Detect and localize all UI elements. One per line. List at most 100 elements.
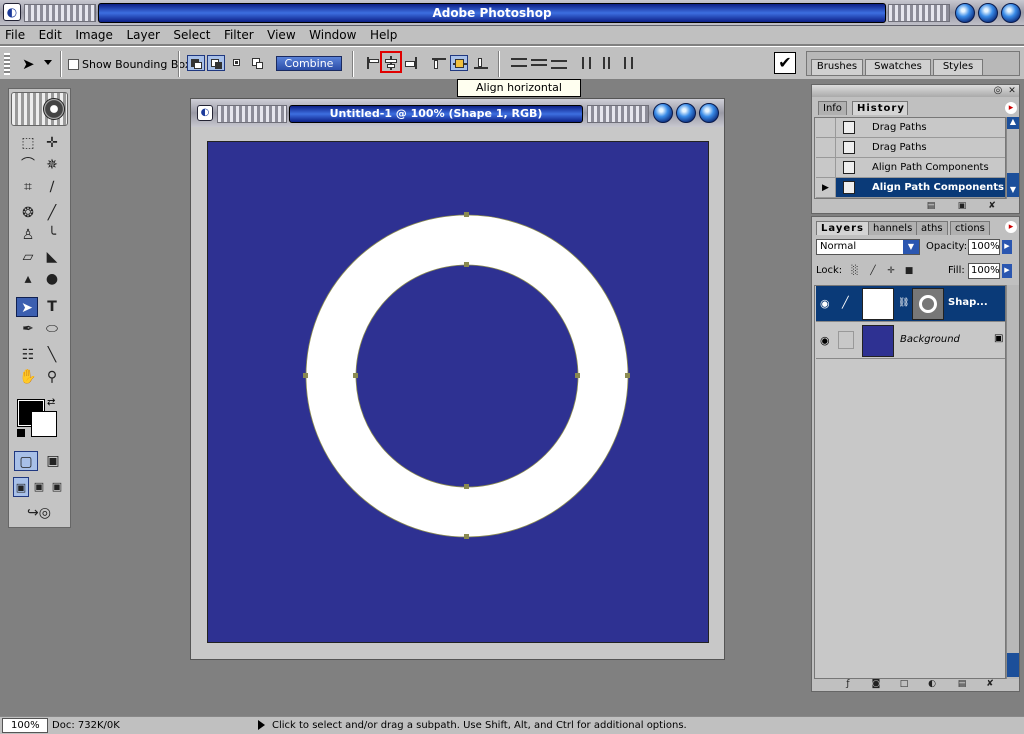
distribute-horizontal-centers-icon[interactable] [598, 55, 616, 71]
new-document-from-state-icon[interactable]: ▤ [925, 200, 937, 212]
history-item-current[interactable]: ▶ Align Path Components [816, 178, 1005, 198]
ellipse-tool-icon[interactable]: ⬭ [41, 319, 63, 339]
menu-select[interactable]: Select [168, 26, 215, 44]
delete-layer-icon[interactable]: ✘ [984, 678, 996, 690]
scroll-thumb[interactable] [1007, 653, 1019, 677]
maximize-icon[interactable] [978, 3, 998, 23]
eraser-tool-icon[interactable]: ▱ [17, 247, 39, 267]
menu-file[interactable]: File [0, 26, 30, 44]
background-color-swatch[interactable] [31, 411, 57, 437]
jump-to-imageready-icon[interactable]: ↪◎ [15, 503, 63, 523]
move-tool-icon[interactable]: ✛ [41, 133, 63, 153]
exclude-overlapping-shape-areas-icon[interactable] [249, 55, 267, 71]
type-tool-icon[interactable]: T [41, 297, 63, 317]
blend-mode-select[interactable]: Normal ▼ [816, 239, 920, 255]
layer-row-shape[interactable]: ◉ ╱ ⛓ Shap... [816, 286, 1005, 322]
history-scrollbar[interactable]: ▲ ▼ [1006, 117, 1019, 199]
default-colors-icon[interactable] [17, 429, 25, 437]
healing-brush-tool-icon[interactable]: ❂ [17, 203, 39, 223]
history-panel-menu-icon[interactable]: ▸ [1005, 102, 1017, 114]
layer-row-background[interactable]: ◉ Background ▣ [816, 323, 1005, 359]
eyedropper-tool-icon[interactable]: ╲ [41, 345, 63, 365]
menu-filter[interactable]: Filter [219, 26, 259, 44]
slice-tool-icon[interactable]: ∕ [41, 177, 63, 197]
scroll-up-icon[interactable]: ▲ [1007, 117, 1019, 129]
hand-tool-icon[interactable]: ✋ [17, 367, 39, 387]
tab-paths[interactable]: aths [916, 221, 948, 235]
history-panel-titlebar[interactable] [812, 85, 1019, 97]
fill-input[interactable]: 100% [968, 263, 1000, 279]
vector-mask-thumbnail[interactable] [912, 288, 944, 320]
zoom-tool-icon[interactable]: ⚲ [41, 367, 63, 387]
ring-shape[interactable] [208, 142, 708, 642]
align-right-edges-icon[interactable] [402, 55, 420, 71]
distribute-right-edges-icon[interactable] [618, 55, 636, 71]
tab-info[interactable]: Info [818, 101, 847, 115]
menu-image[interactable]: Image [70, 26, 118, 44]
paint-bucket-tool-icon[interactable]: ◣ [41, 247, 63, 267]
palette-well-tab-styles[interactable]: Styles [933, 59, 983, 75]
history-panel-close-icon[interactable]: ✕ [1006, 85, 1018, 97]
path-selection-tool-icon[interactable]: ➤ [22, 55, 35, 73]
eye-icon[interactable]: ◉ [820, 334, 830, 347]
standard-mode-icon[interactable]: ▢ [14, 451, 38, 471]
document-close-icon[interactable] [699, 103, 719, 123]
scroll-down-icon[interactable]: ▼ [1007, 185, 1019, 197]
history-brush-tool-icon[interactable]: ╰ [41, 225, 63, 245]
menu-window[interactable]: Window [304, 26, 361, 44]
tab-history[interactable]: History [852, 101, 908, 115]
document-icon[interactable]: ◐ [197, 105, 213, 121]
eye-icon[interactable]: ◉ [820, 297, 830, 310]
new-snapshot-icon[interactable]: ▣ [956, 200, 968, 212]
crop-tool-icon[interactable]: ⌗ [17, 177, 39, 197]
new-adjustment-layer-icon[interactable]: ◐ [926, 678, 938, 690]
align-top-edges-icon[interactable] [430, 55, 448, 71]
layer-fill-thumbnail[interactable] [862, 288, 894, 320]
clone-stamp-tool-icon[interactable]: ♙ [17, 225, 39, 245]
palette-well-tab-swatches[interactable]: Swatches [865, 59, 931, 75]
history-item[interactable]: Drag Paths [816, 138, 1005, 158]
blur-tool-icon[interactable]: ▴ [17, 269, 39, 289]
marquee-tool-icon[interactable]: ⬚ [17, 133, 39, 153]
menu-view[interactable]: View [262, 26, 300, 44]
dodge-tool-icon[interactable]: ● [41, 269, 63, 289]
standard-screen-mode-icon[interactable]: ▣ [13, 477, 29, 497]
distribute-top-edges-icon[interactable] [510, 55, 528, 71]
delete-state-icon[interactable]: ✘ [986, 200, 998, 212]
close-icon[interactable] [1001, 3, 1021, 23]
align-bottom-edges-icon[interactable] [472, 55, 490, 71]
new-layer-icon[interactable]: ▤ [956, 678, 968, 690]
combine-button[interactable]: Combine [276, 56, 342, 71]
distribute-bottom-edges-icon[interactable] [550, 55, 568, 71]
magic-wand-tool-icon[interactable]: ✵ [41, 155, 63, 175]
distribute-left-edges-icon[interactable] [578, 55, 596, 71]
toolbox-header[interactable] [11, 92, 68, 126]
add-to-shape-area-icon[interactable] [187, 55, 205, 71]
pen-tool-icon[interactable]: ✒ [17, 319, 39, 339]
photoshop-app-icon[interactable]: ◐ [3, 3, 21, 21]
document-canvas[interactable] [207, 141, 709, 643]
zoom-field[interactable]: 100% [2, 718, 48, 733]
document-minimize-icon[interactable] [653, 103, 673, 123]
document-maximize-icon[interactable] [676, 103, 696, 123]
subtract-from-shape-area-icon[interactable] [207, 55, 225, 71]
swap-colors-icon[interactable]: ⇄ [47, 397, 55, 408]
menu-help[interactable]: Help [365, 26, 402, 44]
status-menu-arrow-icon[interactable] [258, 720, 265, 730]
fill-slider-icon[interactable]: ▶ [1002, 264, 1012, 278]
lock-all-icon[interactable]: ■ [903, 265, 915, 277]
notes-tool-icon[interactable]: ☷ [17, 345, 39, 365]
tool-preset-dropdown-icon[interactable] [44, 60, 52, 65]
menu-edit[interactable]: Edit [34, 26, 67, 44]
history-item[interactable]: Drag Paths [816, 118, 1005, 138]
show-bounding-box-checkbox[interactable] [68, 59, 79, 70]
layer-thumbnail[interactable] [862, 325, 894, 357]
layer-link-cell[interactable] [838, 331, 854, 349]
tab-layers[interactable]: Layers [816, 221, 869, 235]
scroll-thumb[interactable] [1007, 173, 1019, 185]
layers-scrollbar[interactable] [1006, 285, 1019, 679]
tab-channels[interactable]: hannels [868, 221, 918, 235]
layers-panel-menu-icon[interactable]: ▸ [1005, 221, 1017, 233]
lock-position-icon[interactable]: ✛ [885, 265, 897, 277]
tab-actions[interactable]: ctions [950, 221, 990, 235]
